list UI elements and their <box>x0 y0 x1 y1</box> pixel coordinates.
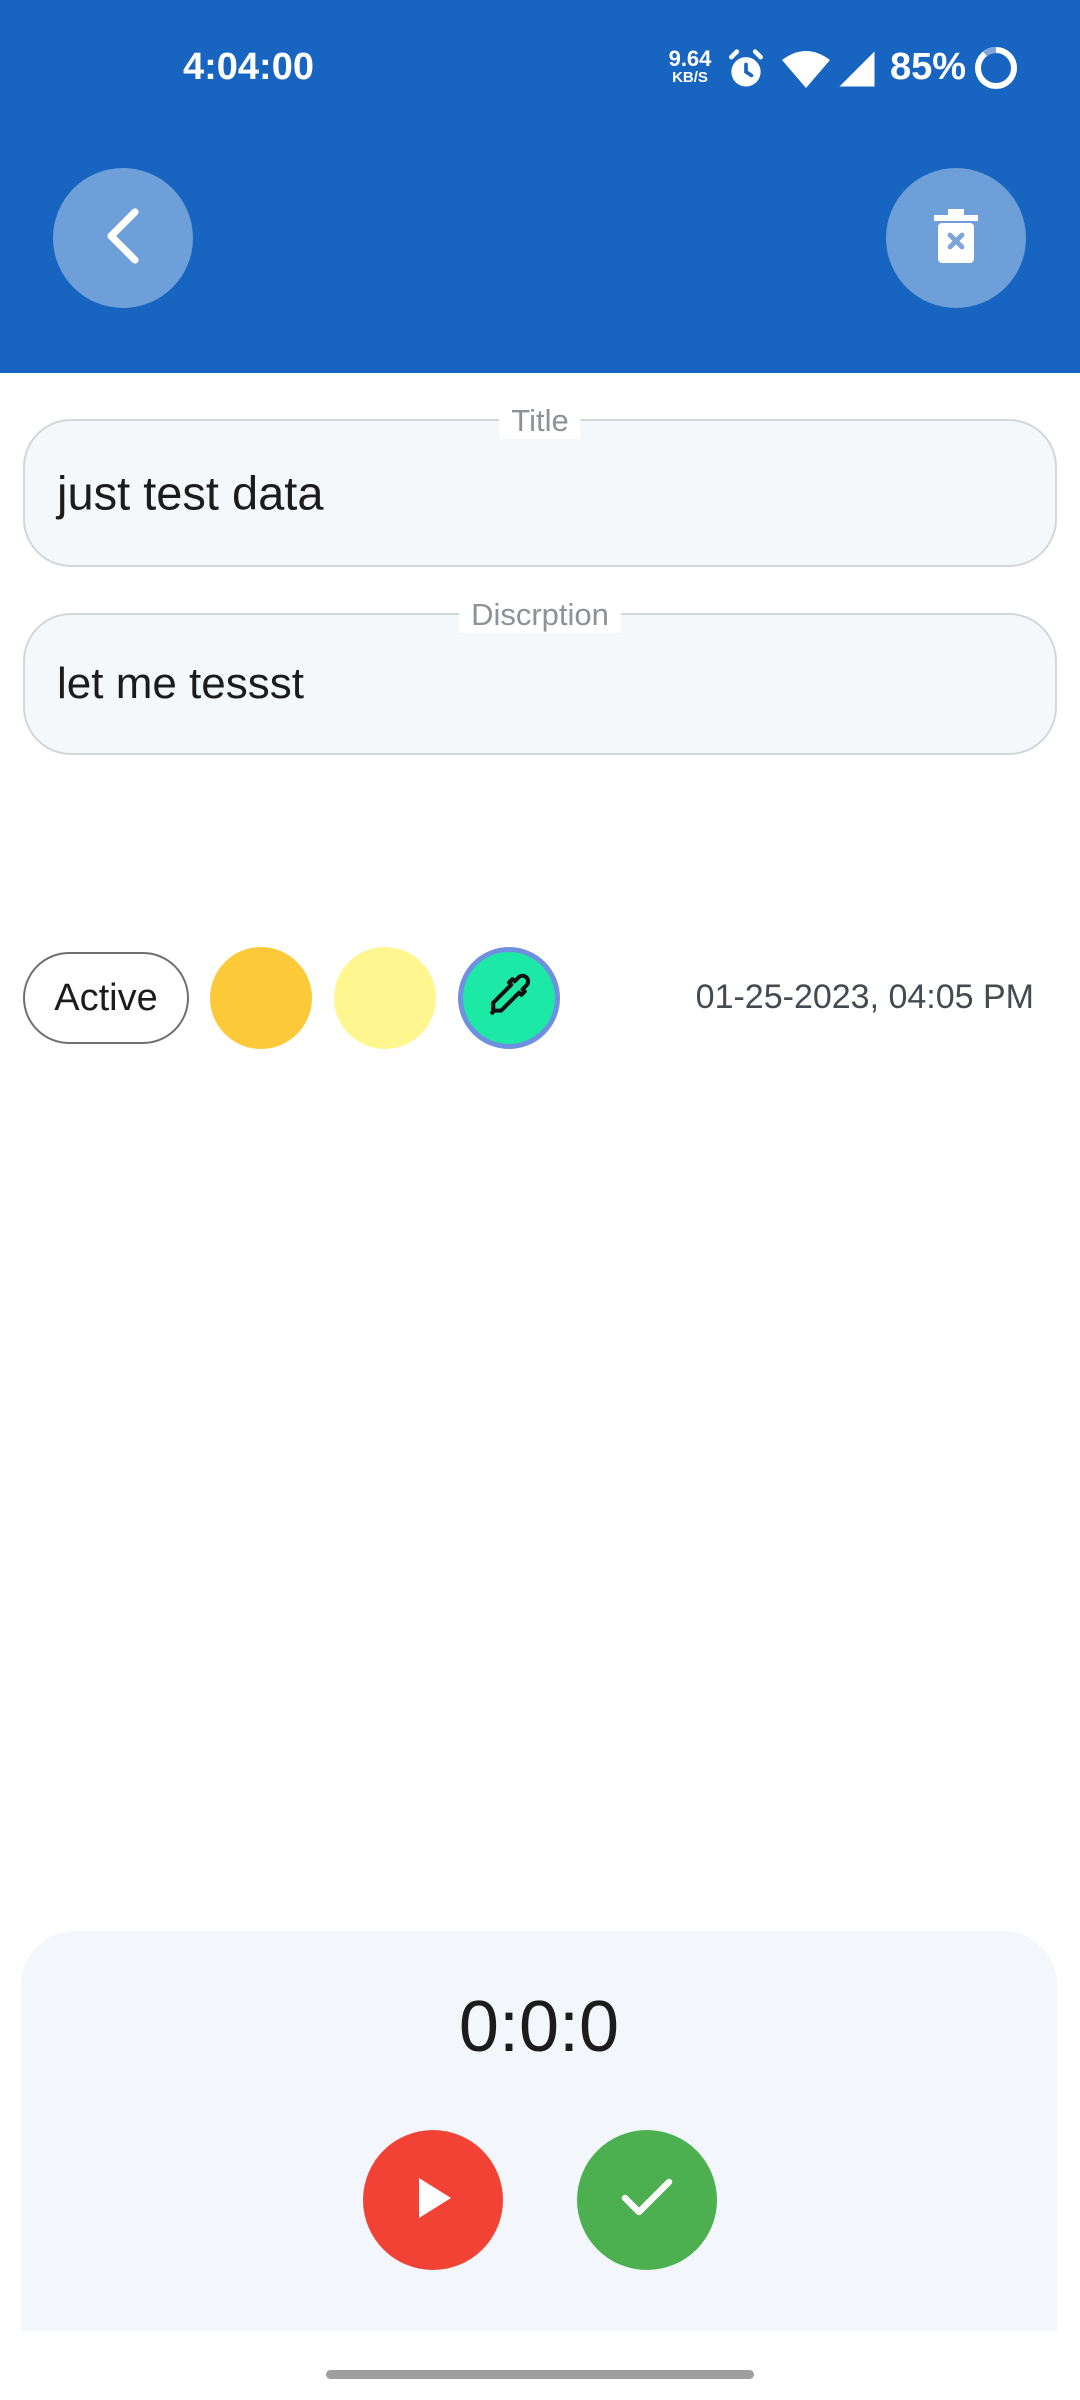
network-speed: 9.64 KB/S <box>660 46 720 86</box>
home-indicator[interactable] <box>326 2370 754 2379</box>
play-icon <box>413 2176 453 2225</box>
delete-button[interactable] <box>886 168 1026 308</box>
eyedropper-icon <box>482 969 536 1028</box>
alarm-icon <box>724 48 768 97</box>
network-speed-unit: KB/S <box>672 69 708 86</box>
title-field[interactable]: Title just test data <box>23 403 1057 567</box>
play-button[interactable] <box>363 2130 503 2270</box>
description-field[interactable]: Discrption let me tessst <box>23 597 1057 755</box>
chevron-left-icon <box>99 206 147 271</box>
complete-button[interactable] <box>577 2130 717 2270</box>
status-time: 4:04:00 <box>183 46 314 88</box>
note-datetime: 01-25-2023, 04:05 PM <box>695 978 1034 1016</box>
battery-ring-icon <box>972 44 1020 97</box>
network-speed-value: 9.64 <box>668 46 712 71</box>
status-chip[interactable]: Active <box>23 952 189 1044</box>
check-icon <box>621 2178 673 2223</box>
title-label: Title <box>499 403 581 439</box>
signal-icon <box>836 48 878 95</box>
color-swatch-amber[interactable] <box>210 947 312 1049</box>
title-input[interactable]: just test data <box>57 466 324 521</box>
description-label: Discrption <box>459 597 621 633</box>
color-picker-button[interactable] <box>458 947 560 1049</box>
app-bar: 4:04:00 9.64 KB/S 85% <box>0 0 1080 373</box>
back-button[interactable] <box>53 168 193 308</box>
timer-panel: 0:0:0 <box>21 1931 1057 2331</box>
timer-display: 0:0:0 <box>458 1987 620 2067</box>
status-icons: 9.64 KB/S 85% <box>640 0 1080 140</box>
battery-percent: 85% <box>890 46 967 88</box>
color-swatch-light-yellow[interactable] <box>334 947 436 1049</box>
description-input[interactable]: let me tessst <box>57 659 304 709</box>
trash-x-icon <box>934 208 978 268</box>
wifi-icon <box>782 48 830 97</box>
